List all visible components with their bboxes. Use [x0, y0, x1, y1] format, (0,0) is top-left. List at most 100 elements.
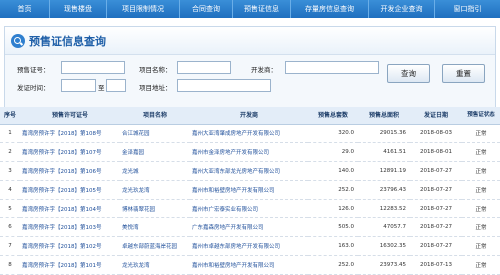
row-index: 7: [0, 236, 20, 257]
row-index: 4: [0, 180, 20, 200]
panel-title: 预售证信息查询: [29, 34, 106, 48]
issue-date: 2018-07-13: [410, 255, 462, 275]
project-name-link[interactable]: 金泽嘉园: [120, 142, 190, 163]
project-name-link[interactable]: 龙光城: [120, 161, 190, 181]
status: 正常: [462, 142, 500, 163]
row-index: 1: [0, 124, 20, 144]
project-address-input[interactable]: [177, 79, 271, 92]
total-units: 252.0: [308, 180, 358, 200]
cert-no-input[interactable]: [61, 61, 125, 74]
issue-date-from-input[interactable]: [61, 79, 96, 92]
total-area: 16302.35: [358, 236, 410, 257]
developer-input[interactable]: [285, 61, 379, 74]
total-area: 4161.51: [358, 142, 410, 163]
project-name-input[interactable]: [177, 61, 231, 74]
total-units: 505.0: [308, 217, 358, 238]
total-units: 163.0: [308, 236, 358, 257]
total-units: 140.0: [308, 161, 358, 181]
project-name-label: 项目名称：: [139, 66, 172, 74]
cert-no-link[interactable]: 嘉湾房预许字【2018】第103号: [20, 217, 120, 238]
col-issue-date: 发证日期: [410, 107, 462, 125]
total-units: 126.0: [308, 199, 358, 219]
cert-no-link[interactable]: 嘉湾房预许字【2018】第101号: [20, 255, 120, 275]
status: 正常: [462, 161, 500, 181]
nav-presale-cert[interactable]: 预售证信息: [233, 0, 291, 18]
row-index: 2: [0, 142, 20, 163]
search-icon: [11, 33, 25, 48]
nav-existing-housing[interactable]: 存量房信息查询: [291, 0, 369, 18]
status: 正常: [462, 124, 500, 144]
issue-date: 2018-07-27: [410, 217, 462, 238]
col-project-name: 项目名称: [120, 107, 190, 125]
cert-no-link[interactable]: 嘉湾房预许字【2018】第105号: [20, 180, 120, 200]
nav-developer-query[interactable]: 开发企业查询: [369, 0, 435, 18]
table-row: 3 嘉湾房预许字【2018】第106号 龙光城 嘉州大亚湾东部龙光房地产有限公司 140…: [0, 161, 500, 181]
cert-no-link[interactable]: 嘉湾房预许字【2018】第107号: [20, 142, 120, 163]
developer-link[interactable]: 嘉州市广宏泰实业有限公司: [190, 199, 308, 219]
project-name-link[interactable]: 合江城花园: [120, 124, 190, 144]
query-button[interactable]: 查询: [387, 64, 430, 83]
nav-contract-query[interactable]: 合同查询: [180, 0, 233, 18]
developer-link[interactable]: 嘉州大亚湾东部龙光房地产有限公司: [190, 161, 308, 181]
nav-window-guide[interactable]: 窗口指引: [435, 0, 500, 18]
total-units: 252.0: [308, 255, 358, 275]
issue-date: 2018-08-01: [410, 142, 462, 163]
developer-link[interactable]: 嘉州大亚湾肇成房地产开发有限公司: [190, 124, 308, 144]
developer-link[interactable]: 嘉州市和裕壁房地产开发有限公司: [190, 255, 308, 275]
issue-time-label: 发证时间：: [17, 84, 50, 92]
reset-button[interactable]: 重置: [442, 64, 485, 83]
nav-project-restrictions[interactable]: 项目限制情况: [107, 0, 180, 18]
total-units: 29.0: [308, 142, 358, 163]
cert-no-link[interactable]: 嘉湾房预许字【2018】第104号: [20, 199, 120, 219]
developer-link[interactable]: 广东嘉森房地产开发有限公司: [190, 217, 308, 238]
table-row: 5 嘉湾房预许字【2018】第104号 博林翡翠花园 嘉州市广宏泰实业有限公司 126.…: [0, 199, 500, 219]
table-row: 4 嘉湾房预许字【2018】第105号 龙光玖龙湾 嘉州市和裕壁房地产开发有限公司 25…: [0, 180, 500, 200]
issue-date-to-input[interactable]: [106, 79, 126, 92]
col-status: 预售证状态: [462, 107, 500, 125]
issue-date: 2018-07-27: [410, 199, 462, 219]
row-index: 5: [0, 199, 20, 219]
status: 正常: [462, 180, 500, 200]
cert-no-link[interactable]: 嘉湾房预许字【2018】第108号: [20, 124, 120, 144]
table-row: 8 嘉湾房预许字【2018】第101号 龙光玖龙湾 嘉州市和裕壁房地产开发有限公司 25…: [0, 255, 500, 275]
table-row: 7 嘉湾房预许字【2018】第102号 卓越东部蔚蓝海岸花园 嘉州市卓越东部房地产开发…: [0, 236, 500, 257]
nav-home[interactable]: 首页: [0, 0, 50, 18]
total-units: 320.0: [308, 124, 358, 144]
status: 正常: [462, 255, 500, 275]
developer-link[interactable]: 嘉州市金泽房地产开发有限公司: [190, 142, 308, 163]
project-name-link[interactable]: 龙光玖龙湾: [120, 180, 190, 200]
presale-cert-table: 序号 预售许可证号 项目名称 开发商 预售总套数 预售总面积 发证日期 预售证状…: [0, 107, 500, 275]
developer-label: 开发商：: [251, 66, 277, 74]
col-total-units: 预售总套数: [308, 107, 358, 125]
total-area: 23796.43: [358, 180, 410, 200]
col-index: 序号: [0, 107, 20, 125]
top-nav: 首页 现售楼盘 项目限制情况 合同查询 预售证信息 存量房信息查询 开发企业查询…: [0, 0, 500, 18]
issue-date: 2018-08-03: [410, 124, 462, 144]
col-total-area: 预售总面积: [358, 107, 410, 125]
project-name-link[interactable]: 卓越东部蔚蓝海岸花园: [120, 236, 190, 257]
issue-date: 2018-07-27: [410, 180, 462, 200]
cert-no-link[interactable]: 嘉湾房预许字【2018】第102号: [20, 236, 120, 257]
project-name-link[interactable]: 博林翡翠花园: [120, 199, 190, 219]
col-developer: 开发商: [190, 107, 308, 125]
total-area: 12891.19: [358, 161, 410, 181]
project-name-link[interactable]: 龙光玖龙湾: [120, 255, 190, 275]
table-row: 6 嘉湾房预许字【2018】第103号 美悦湾 广东嘉森房地产开发有限公司 505.0 4…: [0, 217, 500, 238]
date-to-label: 至: [98, 84, 105, 92]
developer-link[interactable]: 嘉州市和裕壁房地产开发有限公司: [190, 180, 308, 200]
status: 正常: [462, 236, 500, 257]
total-area: 47057.7: [358, 217, 410, 238]
status: 正常: [462, 217, 500, 238]
total-area: 12283.52: [358, 199, 410, 219]
issue-date: 2018-07-27: [410, 236, 462, 257]
col-cert-no: 预售许可证号: [20, 107, 120, 125]
project-name-link[interactable]: 美悦湾: [120, 217, 190, 238]
developer-link[interactable]: 嘉州市卓越东部房地产开发有限公司: [190, 236, 308, 257]
cert-no-link[interactable]: 嘉湾房预许字【2018】第106号: [20, 161, 120, 181]
total-area: 23973.45: [358, 255, 410, 275]
issue-date: 2018-07-27: [410, 161, 462, 181]
row-index: 8: [0, 255, 20, 275]
total-area: 29015.36: [358, 124, 410, 144]
nav-presale-buildings[interactable]: 现售楼盘: [50, 0, 107, 18]
row-index: 3: [0, 161, 20, 181]
